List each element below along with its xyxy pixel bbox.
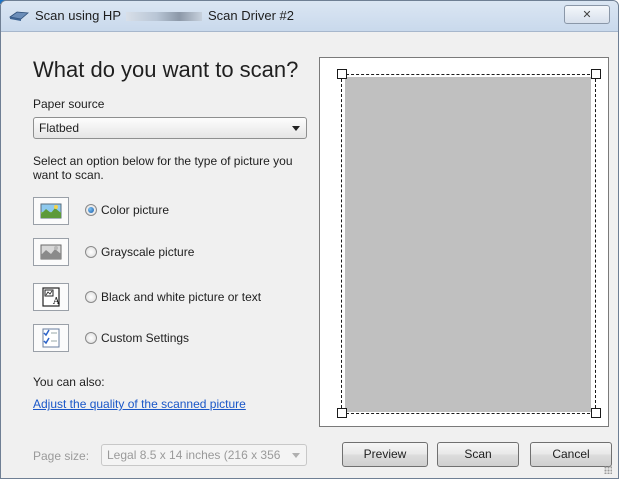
instruction-text: Select an option below for the type of p…	[33, 154, 293, 182]
color-picture-radio[interactable]	[85, 204, 97, 216]
adjust-quality-link[interactable]: Adjust the quality of the scanned pictur…	[33, 397, 246, 411]
crop-border-right	[595, 74, 596, 413]
resize-grip-icon[interactable]	[604, 466, 612, 474]
crop-handle-bottom-right[interactable]	[591, 408, 601, 418]
scanner-icon	[9, 11, 29, 21]
paper-source-dropdown[interactable]: Flatbed	[33, 117, 307, 139]
color-picture-icon[interactable]	[33, 197, 69, 225]
page-size-dropdown[interactable]: Legal 8.5 x 14 inches (216 x 356	[101, 444, 307, 466]
bw-text-icon[interactable]: A	[33, 283, 69, 311]
page-title: What do you want to scan?	[33, 57, 299, 82]
scan-region[interactable]	[345, 77, 591, 412]
grayscale-picture-label[interactable]: Grayscale picture	[101, 245, 194, 259]
window-title-suffix: Scan Driver #2	[208, 8, 294, 23]
preview-area[interactable]	[319, 57, 609, 427]
also-label: You can also:	[33, 375, 105, 389]
bw-text-radio[interactable]	[85, 291, 97, 303]
scan-button[interactable]: Scan	[437, 442, 519, 467]
window-title-prefix: Scan using HP	[35, 8, 121, 23]
grayscale-picture-icon[interactable]	[33, 238, 69, 266]
color-picture-label[interactable]: Color picture	[101, 203, 169, 217]
close-icon: ✕	[582, 9, 592, 21]
window-title: Scan using HP Scan Driver #2	[35, 8, 294, 23]
crop-border-top	[341, 74, 595, 75]
paper-source-label: Paper source	[33, 97, 105, 111]
cancel-button[interactable]: Cancel	[530, 442, 612, 467]
title-bar: Scan using HP Scan Driver #2 ✕	[1, 1, 618, 32]
page-size-value: Legal 8.5 x 14 inches (216 x 356	[107, 448, 281, 462]
custom-settings-label[interactable]: Custom Settings	[101, 331, 189, 345]
paper-source-value: Flatbed	[39, 121, 80, 135]
page-size-label: Page size:	[33, 449, 90, 463]
preview-button[interactable]: Preview	[342, 442, 428, 467]
custom-settings-icon[interactable]	[33, 324, 69, 352]
custom-settings-radio[interactable]	[85, 332, 97, 344]
crop-handle-top-right[interactable]	[591, 69, 601, 79]
crop-border-bottom	[341, 413, 595, 414]
svg-text:A: A	[52, 297, 60, 307]
close-button[interactable]: ✕	[564, 5, 610, 24]
redacted-model-name	[126, 12, 203, 22]
chevron-down-icon	[292, 126, 300, 131]
crop-handle-top-left[interactable]	[337, 69, 347, 79]
bw-text-label[interactable]: Black and white picture or text	[101, 290, 261, 304]
chevron-down-icon	[292, 453, 300, 458]
crop-border-left	[341, 74, 342, 413]
grayscale-picture-radio[interactable]	[85, 246, 97, 258]
scan-dialog: Scan using HP Scan Driver #2 ✕ What do y…	[0, 0, 619, 479]
crop-handle-bottom-left[interactable]	[337, 408, 347, 418]
